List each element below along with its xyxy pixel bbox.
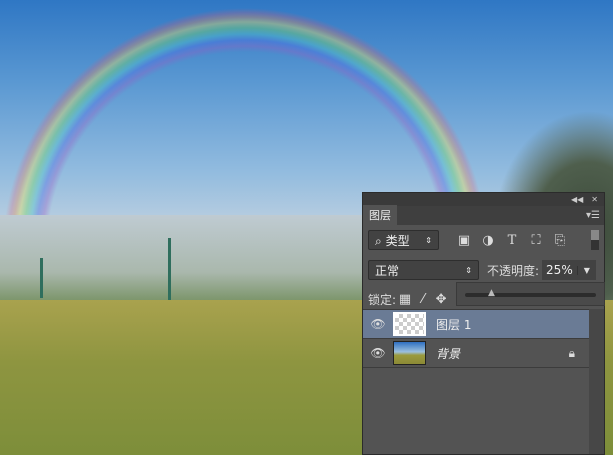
lamp-post [168, 238, 171, 300]
chevron-down-icon[interactable]: ▼ [576, 265, 596, 275]
layer-name[interactable]: 图层 1 [436, 316, 471, 333]
close-icon[interactable]: ✕ [591, 195, 598, 204]
opacity-slider-handle[interactable]: ▲ [488, 288, 495, 298]
tab-layers[interactable]: 图层 [363, 205, 397, 225]
layer-row-selected[interactable]: 👁︎ 图层 1 [363, 310, 589, 339]
eye-icon[interactable]: 👁︎ [363, 346, 393, 360]
lock-transparent-icon[interactable]: ▦ [396, 292, 414, 307]
eye-icon[interactable]: 👁︎ [363, 317, 393, 331]
panel-menu-icon[interactable]: ▾☰ [582, 210, 604, 225]
opacity-field[interactable]: 25% ▼ [542, 260, 596, 280]
updown-icon: ⇕ [425, 235, 432, 245]
opacity-label: 不透明度: [487, 263, 540, 278]
updown-icon: ⇕ [465, 265, 472, 275]
lock-label: 锁定: [368, 292, 397, 307]
type-filter-icon[interactable]: T [503, 233, 521, 248]
lock-brush-icon[interactable]: ⁄ [414, 292, 432, 307]
shape-filter-icon[interactable]: ⛶ [527, 233, 545, 248]
blend-mode-select[interactable]: 正常 ⇕ [368, 260, 479, 280]
layer-thumbnail [393, 341, 426, 365]
layer-thumbnail [393, 312, 426, 336]
opacity-slider-popup: ▲ [456, 282, 605, 306]
search-icon: ⌕ [375, 233, 382, 248]
layer-row[interactable]: 👁︎ 背景 🔒︎ [363, 339, 589, 368]
layer-name[interactable]: 背景 [436, 345, 460, 362]
lock-move-icon[interactable]: ✥ [432, 292, 450, 307]
smart-object-filter-icon[interactable]: ⎘ [551, 233, 569, 248]
image-filter-icon[interactable]: ▣ [455, 233, 473, 248]
collapse-icon[interactable]: ◀◀ [571, 195, 583, 204]
lock-icon: 🔒︎ [568, 345, 575, 360]
filter-type-select[interactable]: ⌕ 类型 ⇕ [368, 230, 439, 250]
panel-titlebar: ◀◀ ✕ [363, 193, 604, 206]
adjustment-filter-icon[interactable]: ◑ [479, 233, 497, 248]
lamp-post [40, 258, 43, 298]
filter-toggle[interactable] [591, 230, 599, 250]
layers-panel: ◀◀ ✕ 图层 ▾☰ ⌕ 类型 ⇕ ▣ ◑ T ⛶ ⎘ 正常 ⇕ 不透明度: 25%… [362, 192, 605, 455]
opacity-slider-track[interactable] [465, 293, 596, 297]
scrollbar[interactable] [589, 309, 604, 454]
